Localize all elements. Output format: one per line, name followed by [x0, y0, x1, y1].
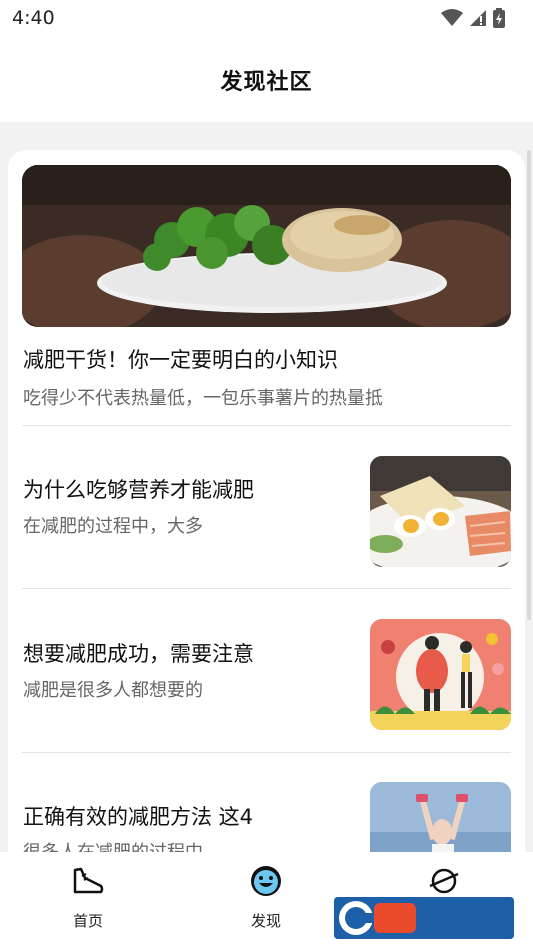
article-thumbnail[interactable]: [370, 456, 511, 567]
scrollbar[interactable]: [527, 150, 531, 620]
article-title[interactable]: 想要减肥成功，需要注意: [23, 638, 254, 668]
article-title[interactable]: 正确有效的减肥方法 这4: [23, 801, 253, 831]
tab-label: 首页: [72, 912, 103, 930]
page-title: 发现社区: [220, 70, 313, 95]
tab-discover[interactable]: 发现: [211, 864, 321, 931]
article-subtitle: 减肥是很多人都想要的: [23, 680, 203, 701]
app-header: 发现社区: [0, 38, 533, 122]
featured-title[interactable]: 减肥干货！你一定要明白的小知识: [23, 344, 338, 374]
tab-label: 发现: [250, 912, 281, 930]
status-icons: [441, 8, 505, 28]
article-title[interactable]: 为什么吃够营养才能减肥: [23, 474, 254, 504]
article-feed[interactable]: 减肥干货！你一定要明白的小知识 吃得少不代表热量低，一包乐事薯片的热量抵 为什么…: [8, 150, 525, 870]
battery-icon: [493, 8, 505, 28]
article-subtitle: 在减肥的过程中，大多: [23, 516, 203, 537]
divider: [22, 588, 511, 589]
status-bar: 4:40: [0, 0, 533, 38]
watermark-logo: [334, 897, 514, 939]
featured-subtitle: 吃得少不代表热量低，一包乐事薯片的热量抵: [23, 388, 383, 409]
signal-icon: [470, 10, 486, 26]
smiley-icon: [251, 866, 281, 896]
wifi-icon: [441, 9, 463, 26]
shoe-icon: [73, 867, 104, 894]
tab-home[interactable]: 首页: [33, 864, 143, 931]
featured-image[interactable]: [22, 165, 511, 327]
divider: [22, 425, 511, 426]
status-time: 4:40: [12, 7, 55, 29]
article-thumbnail[interactable]: [370, 619, 511, 730]
divider: [22, 752, 511, 753]
planet-icon: [429, 868, 459, 894]
